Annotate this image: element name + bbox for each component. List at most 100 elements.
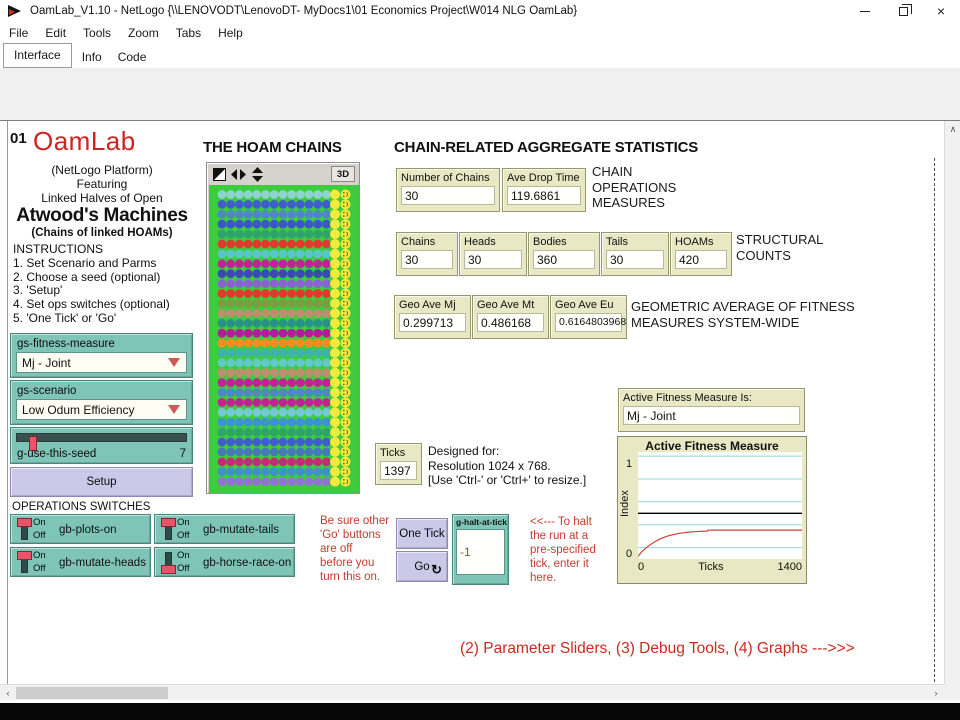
tab-interface[interactable]: Interface bbox=[3, 43, 72, 68]
monitor-ave-drop-time: Ave Drop Time 119.6861 bbox=[502, 168, 586, 212]
monitor-label: Geo Ave Eu bbox=[555, 299, 622, 311]
monitor-label: Number of Chains bbox=[401, 172, 495, 184]
switch-on-label: On bbox=[177, 517, 190, 530]
instructions-block: INSTRUCTIONS 1. Set Scenario and Parms 2… bbox=[13, 243, 170, 326]
platform-note: (NetLogo Platform) bbox=[8, 163, 196, 177]
monitor-active-fitness-measure: Active Fitness Measure Is: Mj - Joint bbox=[618, 388, 805, 432]
seed-slider[interactable]: g-use-this-seed 7 bbox=[10, 427, 193, 464]
dropdown-triangle-icon bbox=[168, 405, 180, 414]
design-note: Designed for:Resolution 1024 x 768.[Use … bbox=[428, 444, 586, 488]
horizontal-scroll-thumb[interactable] bbox=[16, 687, 168, 699]
monitor-value: 0.486168 bbox=[477, 313, 544, 332]
view-pattern-icon bbox=[213, 168, 226, 181]
monitor-value: 360 bbox=[533, 250, 595, 269]
world-view-widget: 3D bbox=[206, 162, 360, 494]
restore-button[interactable] bbox=[884, 0, 922, 22]
minimize-button[interactable] bbox=[846, 0, 884, 22]
monitor-geo-ave-mt: Geo Ave Mt 0.486168 bbox=[472, 295, 549, 339]
monitor-value: 420 bbox=[675, 250, 727, 269]
window-title: OamLab_V1.10 - NetLogo {\\LENOVODT\Lenov… bbox=[30, 5, 577, 17]
switch-horse-race-on[interactable]: OnOff gb-horse-race-on bbox=[154, 547, 295, 577]
monitor-label: Chains bbox=[401, 236, 453, 248]
sub-note: Linked Halves of Open bbox=[8, 191, 196, 205]
menu-help[interactable]: Help bbox=[218, 26, 243, 40]
scroll-up-icon[interactable]: ∧ bbox=[945, 121, 960, 137]
minimize-icon bbox=[860, 11, 870, 12]
view-3d-button[interactable]: 3D bbox=[331, 166, 355, 182]
monitor-label: Geo Ave Mj bbox=[399, 299, 466, 311]
menu-tools[interactable]: Tools bbox=[83, 26, 111, 40]
tab-info[interactable]: Info bbox=[74, 47, 110, 68]
bottom-black-strip bbox=[0, 703, 960, 720]
switch-plots-on[interactable]: OnOff gb-plots-on bbox=[10, 514, 151, 544]
switch-off-label: Off bbox=[177, 563, 190, 576]
close-icon: × bbox=[937, 4, 945, 18]
switch-off-label: Off bbox=[177, 530, 190, 543]
work-area-dashed-border bbox=[934, 158, 935, 692]
menu-file[interactable]: File bbox=[9, 26, 28, 40]
stats-heading: CHAIN-RELATED AGGREGATE STATISTICS bbox=[394, 139, 698, 156]
monitor-label: Bodies bbox=[533, 236, 595, 248]
monitor-value: Mj - Joint bbox=[623, 406, 800, 425]
halt-at-tick-widget: g-halt-at-tick bbox=[452, 514, 509, 585]
menu-tabs[interactable]: Tabs bbox=[176, 26, 201, 40]
go-button[interactable]: Go ↻ bbox=[396, 551, 448, 582]
view-titlebar: 3D bbox=[208, 164, 358, 184]
forever-icon: ↻ bbox=[431, 562, 442, 578]
world-canvas bbox=[209, 185, 359, 493]
monitor-value: 119.6861 bbox=[507, 186, 581, 205]
chooser-label: gs-fitness-measure bbox=[17, 338, 115, 350]
switch-off-label: Off bbox=[33, 563, 46, 576]
switch-knob-icon bbox=[161, 518, 176, 527]
monitor-value: 0.61648039680 bbox=[555, 313, 622, 332]
slider-groove bbox=[16, 433, 187, 442]
footer-pointer-note: (2) Parameter Sliders, (3) Debug Tools, … bbox=[460, 640, 855, 658]
switches-title: OPERATIONS SWITCHES bbox=[12, 501, 150, 513]
chooser-scenario[interactable]: gs-scenario Low Odum Efficiency bbox=[10, 380, 193, 425]
chooser-fitness-measure[interactable]: gs-fitness-measure Mj - Joint bbox=[10, 333, 193, 378]
switch-on-label: On bbox=[33, 550, 46, 563]
view-vertical-arrows-icon bbox=[251, 167, 264, 182]
switch-knob-icon bbox=[161, 565, 176, 574]
monitor-ticks: Ticks 1397 bbox=[375, 443, 422, 485]
monitor-label: Tails bbox=[606, 236, 664, 248]
horizontal-scrollbar[interactable]: ‹ › bbox=[0, 684, 944, 700]
dropdown-triangle-icon bbox=[168, 358, 180, 367]
switch-mutate-heads[interactable]: OnOff gb-mutate-heads bbox=[10, 547, 151, 577]
go-button-label: Go bbox=[414, 561, 429, 573]
x-axis-row: 0 Ticks 1400 bbox=[638, 561, 802, 573]
halt-at-tick-input[interactable] bbox=[456, 529, 505, 575]
vertical-scrollbar[interactable]: ∧ ∨ bbox=[944, 121, 960, 700]
monitor-label: Geo Ave Mt bbox=[477, 299, 544, 311]
monitor-chains: Chains 30 bbox=[396, 232, 458, 276]
switch-label: gb-mutate-heads bbox=[59, 557, 146, 569]
instruction-step: 1. Set Scenario and Parms bbox=[13, 257, 170, 271]
instruction-step: 3. 'Setup' bbox=[13, 284, 170, 298]
menu-bar: File Edit Tools Zoom Tabs Help bbox=[0, 22, 960, 44]
scroll-right-icon[interactable]: › bbox=[928, 685, 944, 701]
model-number: 01 bbox=[10, 130, 27, 147]
toolbar: ✎ Edit Delete + Add Abc defghi jkl Note … bbox=[0, 68, 960, 121]
monitor-geo-ave-eu: Geo Ave Eu 0.61648039680 bbox=[550, 295, 627, 339]
switch-label: gb-plots-on bbox=[59, 524, 117, 536]
plot-title: Active Fitness Measure bbox=[618, 439, 806, 453]
tab-code[interactable]: Code bbox=[110, 47, 155, 68]
scrollbar-corner bbox=[944, 684, 960, 700]
monitor-heads: Heads 30 bbox=[459, 232, 527, 276]
switch-label: gb-mutate-tails bbox=[203, 524, 279, 536]
switch-mutate-tails[interactable]: OnOff gb-mutate-tails bbox=[154, 514, 295, 544]
one-tick-button[interactable]: One Tick bbox=[396, 518, 448, 549]
close-button[interactable]: × bbox=[922, 0, 960, 22]
featuring-note: Featuring bbox=[8, 177, 196, 191]
menu-edit[interactable]: Edit bbox=[45, 26, 66, 40]
chooser-label: gs-scenario bbox=[17, 385, 76, 397]
switch-knob-icon bbox=[17, 551, 32, 560]
structural-counts-caption: STRUCTURALCOUNTS bbox=[736, 232, 823, 263]
setup-button[interactable]: Setup bbox=[10, 467, 193, 497]
switch-on-label: On bbox=[177, 550, 190, 563]
menu-zoom[interactable]: Zoom bbox=[128, 26, 159, 40]
switch-label: gb-horse-race-on bbox=[203, 557, 291, 569]
scroll-left-icon[interactable]: ‹ bbox=[0, 685, 16, 701]
instructions-title: INSTRUCTIONS bbox=[13, 243, 170, 257]
monitor-value: 0.299713 bbox=[399, 313, 466, 332]
